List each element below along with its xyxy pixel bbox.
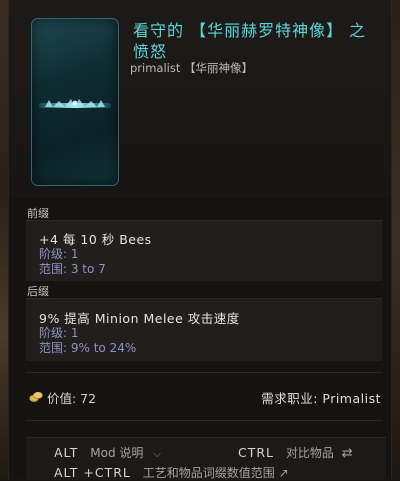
ctrl-hint-label: 对比物品 — [285, 446, 334, 460]
alt-hint[interactable]: ALT Mod 说明 ⌵ — [54, 444, 161, 461]
ctrl-key: CTRL — [238, 445, 275, 460]
footer-divider — [26, 420, 382, 421]
suffix-box: 9% 提高 Minion Melee 攻击速度 阶级: 1 范围: 9% to … — [26, 298, 382, 361]
item-subtitle: primalist 【华丽神像】 — [130, 61, 254, 75]
class-requirement: 需求职业: Primalist — [261, 391, 381, 406]
item-image — [31, 18, 119, 186]
hint-bar: ALT Mod 说明 ⌵ CTRL 对比物品 ⇄ ALT +CTRL 工艺和物品… — [26, 437, 386, 480]
ctrl-hint[interactable]: CTRL 对比物品 ⇄ — [238, 444, 353, 461]
swap-icon: ⇄ — [341, 446, 353, 461]
alt-ctrl-hint-label: 工艺和物品词缀数值范围 — [142, 466, 275, 480]
tooltip-header: 看守的 【华丽赫罗特神像】 之愤怒 primalist 【华丽神像】 — [9, 0, 391, 198]
suffix-label: 后缀 — [27, 285, 49, 298]
value-text: 价值: 72 — [47, 391, 97, 406]
chevron-down-icon: ⌵ — [153, 449, 161, 460]
item-tooltip: 看守的 【华丽赫罗特神像】 之愤怒 primalist 【华丽神像】 前缀 +4… — [8, 0, 392, 480]
alt-ctrl-hint[interactable]: ALT +CTRL 工艺和物品词缀数值范围 ↗ — [54, 464, 289, 481]
arrow-up-right-icon: ↗ — [278, 466, 289, 480]
section-divider — [26, 372, 382, 373]
prefix-range: 范围: 3 to 7 — [39, 262, 106, 276]
suffix-range: 范围: 9% to 24% — [39, 341, 137, 355]
prefix-box: +4 每 10 秒 Bees 阶级: 1 范围: 3 to 7 — [26, 220, 382, 281]
alt-ctrl-key: ALT +CTRL — [54, 465, 131, 480]
item-title: 看守的 【华丽赫罗特神像】 之愤怒 — [133, 21, 367, 61]
alt-key: ALT — [54, 445, 79, 460]
prefix-label: 前缀 — [27, 207, 49, 220]
idol-ornament-icon — [39, 99, 111, 108]
coin-icon — [29, 392, 43, 402]
alt-hint-label: Mod 说明 — [90, 446, 144, 460]
